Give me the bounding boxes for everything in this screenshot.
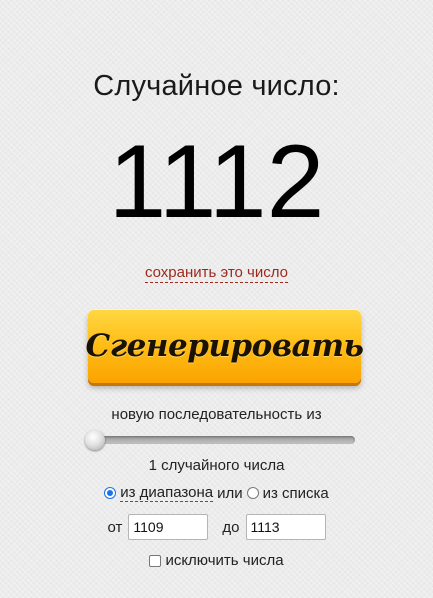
range-radio[interactable] [104, 487, 117, 499]
count-label: 1 случайного числа [148, 457, 285, 474]
save-number-container: сохранить это число [0, 264, 433, 283]
range-option-label[interactable]: из диапазона [120, 484, 214, 502]
sequence-label: новую последовательность из [111, 406, 322, 423]
to-input[interactable] [245, 514, 326, 540]
from-input[interactable] [128, 514, 209, 540]
mode-selector: из диапазона или из списка [0, 484, 433, 502]
generate-button[interactable]: Сгенерировать [85, 309, 364, 383]
count-slider-track[interactable] [94, 436, 355, 444]
page-title: Случайное число: [93, 70, 340, 102]
generate-button-label: Сгенерировать [85, 328, 364, 364]
exclude-label[interactable]: исключить числа [165, 552, 283, 569]
random-number-display: 1112 [108, 124, 325, 240]
range-inputs: от до [0, 514, 433, 540]
save-number-link[interactable]: сохранить это число [144, 264, 289, 283]
to-label: до [222, 518, 240, 536]
list-option-label[interactable]: из списка [263, 485, 329, 502]
count-slider-thumb[interactable] [85, 430, 105, 450]
from-label: от [107, 518, 123, 536]
list-radio[interactable] [246, 487, 259, 499]
exclude-checkbox[interactable] [149, 554, 162, 567]
or-label: или [217, 484, 243, 502]
exclude-option: исключить числа [0, 552, 433, 569]
